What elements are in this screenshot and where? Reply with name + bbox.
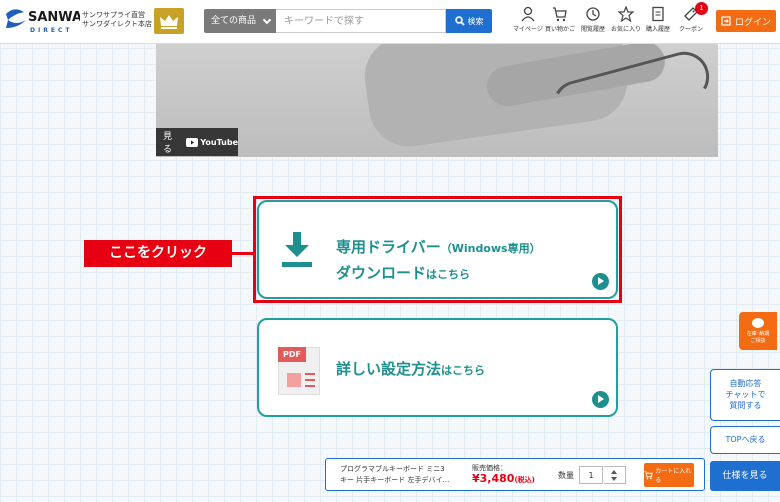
pdf-line-mark: [305, 373, 315, 375]
search-icon: [454, 16, 465, 26]
driver-line1-main: 専用ドライバー: [336, 238, 441, 256]
setup-guide-button[interactable]: PDF 詳しい設定方法はこちら: [257, 318, 618, 417]
history-icon: [586, 7, 600, 21]
nav-label: お気に入り: [610, 26, 641, 33]
view-specs-button[interactable]: 仕様を見る: [710, 461, 780, 491]
pdf-image-mark: [287, 373, 301, 387]
coupon-badge: 1: [695, 2, 708, 15]
pdf-line-mark: [305, 385, 315, 387]
site-header: SANWA DIRECT サンワサプライ直営 サンワダイレクト本店 全ての商品 …: [0, 0, 780, 44]
nav-label: 買い物かご: [544, 26, 575, 33]
add-to-cart-label: カートに入れる: [655, 468, 692, 484]
store-subtitle: サンワサプライ直営 サンワダイレクト本店: [82, 11, 152, 29]
logo-sub: DIRECT: [30, 27, 72, 34]
stepper-down-icon[interactable]: [611, 477, 617, 481]
play-arrow-icon: [592, 391, 609, 408]
pdf-icon: PDF: [278, 347, 320, 395]
stepper-up-icon[interactable]: [611, 470, 617, 474]
login-icon: [721, 16, 731, 26]
category-select[interactable]: 全ての商品: [204, 9, 276, 33]
login-label: ログイン: [734, 17, 771, 28]
person-icon: [521, 6, 535, 22]
add-to-cart-button[interactable]: カートに入れる: [644, 463, 694, 487]
subtitle-line2: サンワダイレクト本店: [82, 20, 152, 28]
driver-download-text: 専用ドライバー（Windows専用） ダウンロードはこちら: [336, 235, 541, 287]
quantity-label: 数量: [558, 471, 574, 480]
stock-label-line1: 在庫･納期: [746, 331, 770, 337]
nav-coupon[interactable]: クーポン 1: [671, 2, 711, 33]
youtube-icon: [186, 137, 199, 147]
search-button[interactable]: 検索: [446, 9, 492, 33]
chat-support-button[interactable]: 自動応答 チャットで 質問する: [710, 369, 780, 421]
youtube-logo: YouTube: [186, 137, 238, 147]
driver-line2-main: ダウンロード: [336, 264, 427, 282]
driver-line1-small: （Windows専用）: [440, 242, 541, 255]
cart-icon: [644, 471, 653, 480]
nav-label: 購入履歴: [645, 26, 670, 33]
product-name[interactable]: プログラマブルキーボード ミニ3 キー 片手キーボード 左手デバイ…: [340, 464, 460, 486]
nav-label: クーポン: [678, 26, 703, 33]
pdf-label: PDF: [278, 347, 306, 362]
stock-inquiry-button[interactable]: 在庫･納期 ご相談: [739, 312, 777, 350]
sanwa-logo[interactable]: SANWA DIRECT: [4, 6, 82, 36]
chat-bubble-icon: [752, 318, 764, 328]
receipt-icon: [652, 6, 664, 22]
search-input[interactable]: [276, 9, 446, 33]
login-button[interactable]: ログイン: [716, 10, 776, 32]
back-to-top-button[interactable]: TOPへ戻る: [710, 426, 780, 454]
driver-download-button[interactable]: 専用ドライバー（Windows専用） ダウンロードはこちら: [257, 200, 618, 299]
price-amount: ¥3,480: [472, 472, 515, 485]
star-icon: [618, 6, 634, 22]
setup-guide-text: 詳しい設定方法はこちら: [336, 358, 485, 379]
quantity-stepper[interactable]: [604, 466, 626, 484]
sticky-cart-bar: プログラマブルキーボード ミニ3 キー 片手キーボード 左手デバイ… 販売価格：…: [325, 458, 705, 491]
setup-guide-small: はこちら: [441, 364, 486, 377]
click-here-callout: ここをクリック: [84, 240, 254, 267]
driver-line2-small: はこちら: [426, 268, 471, 281]
chat-line2: チャットで: [725, 390, 766, 399]
youtube-label: YouTube: [200, 137, 238, 147]
pdf-line-mark: [305, 379, 315, 381]
chat-line1: 自動応答: [729, 379, 762, 388]
cart-icon: [553, 7, 567, 22]
product-name-line1: プログラマブルキーボード ミニ3: [340, 465, 445, 473]
stock-label-line2: ご相談: [750, 338, 766, 344]
setup-guide-main: 詳しい設定方法: [336, 360, 442, 378]
product-name-line2: キー 片手キーボード 左手デバイ…: [340, 476, 450, 484]
chevron-down-icon: [262, 15, 272, 25]
crown-icon[interactable]: [154, 8, 184, 34]
subtitle-line1: サンワサプライ直営: [82, 11, 145, 19]
price-value: ¥3,480(税込): [472, 472, 535, 485]
watch-on-youtube[interactable]: 見る YouTube: [156, 128, 238, 156]
search-button-label: 検索: [467, 16, 484, 26]
play-arrow-icon: [592, 273, 609, 290]
chat-line3: 質問する: [729, 401, 762, 410]
download-icon: [282, 232, 312, 267]
logo-text: SANWA: [28, 10, 80, 25]
price-tax: (税込): [514, 476, 535, 484]
nav-label: マイページ: [513, 26, 543, 33]
quantity-input[interactable]: [579, 466, 603, 484]
product-video[interactable]: [156, 44, 718, 157]
nav-label: 閲覧履歴: [580, 26, 605, 33]
watch-label: 見る: [163, 132, 173, 155]
category-label: 全ての商品: [211, 16, 257, 26]
